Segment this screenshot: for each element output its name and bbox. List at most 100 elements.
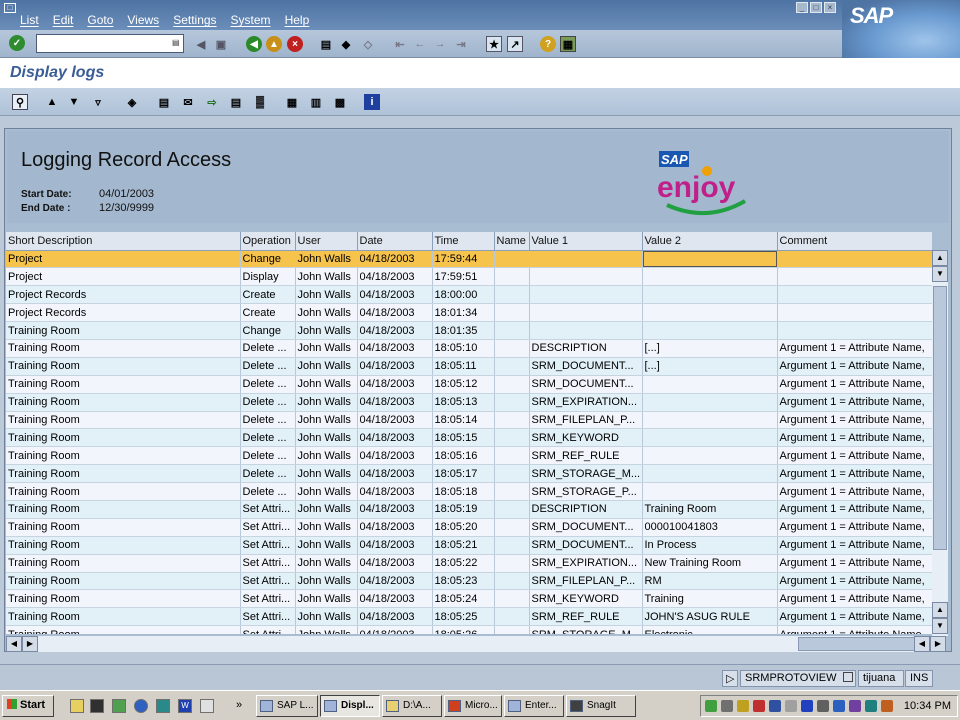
shortcut-icon[interactable]: ↗ (507, 36, 523, 52)
table-cell[interactable]: 18:01:34 (432, 303, 495, 323)
table-cell[interactable]: Argument 1 = Attribute Name, (777, 554, 932, 573)
table-cell[interactable]: 04/18/2003 (357, 267, 433, 287)
table-cell[interactable]: Set Attri... (240, 536, 296, 555)
quicklaunch-console-icon[interactable] (90, 699, 104, 713)
filter-icon[interactable]: ▿ (90, 94, 106, 110)
table-cell[interactable]: 04/18/2003 (357, 446, 433, 466)
close-window-icon[interactable]: × (824, 2, 836, 13)
previous-page-icon[interactable]: ← (412, 36, 428, 52)
table-cell[interactable]: Training Room (6, 321, 241, 340)
table-cell[interactable]: Electronic (642, 625, 778, 634)
table-cell[interactable]: SRM_EXPIRATION... (529, 554, 643, 573)
table-cell[interactable]: Delete ... (240, 339, 296, 358)
table-cell[interactable]: Create (240, 285, 296, 305)
table-cell[interactable]: John Walls (295, 500, 358, 519)
table-cell[interactable] (642, 393, 778, 412)
table-cell[interactable]: SRM_EXPIRATION... (529, 393, 643, 412)
table-cell[interactable]: Training Room (6, 339, 241, 358)
table-row[interactable]: Training RoomSet Attri...John Walls04/18… (6, 500, 932, 519)
table-cell[interactable] (642, 250, 778, 269)
table-cell[interactable]: 18:05:24 (432, 589, 495, 609)
table-cell[interactable]: John Walls (295, 464, 358, 484)
table-cell[interactable]: John Walls (295, 267, 358, 287)
table-cell[interactable] (494, 285, 530, 305)
table-row[interactable]: Training Room Delete ... John Walls 04/18/2… (6, 411, 932, 430)
table-row[interactable]: Project Display John Walls 04/18/2003 17:59:… (6, 267, 932, 287)
table-cell[interactable] (529, 250, 643, 269)
table-cell[interactable] (642, 375, 778, 394)
table-cell[interactable]: 18:05:23 (432, 572, 495, 591)
table-cell[interactable]: Training Room (6, 500, 241, 519)
table-cell[interactable] (642, 303, 778, 323)
table-cell[interactable]: Training Room (6, 446, 241, 466)
task-sap-logon[interactable]: SAP L... (256, 695, 318, 717)
table-cell[interactable] (494, 518, 530, 537)
table-cell[interactable]: 04/18/2003 (357, 572, 433, 591)
table-row[interactable]: Training RoomSet Attri...John Walls04/18… (6, 625, 932, 634)
table-cell[interactable]: Delete ... (240, 482, 296, 501)
task-explorer[interactable]: D:\A... (382, 695, 442, 717)
horizontal-scroll-thumb[interactable] (798, 637, 928, 651)
table-cell[interactable]: Training Room (6, 482, 241, 501)
table-cell[interactable]: DESCRIPTION (529, 500, 643, 519)
command-field[interactable]: ▤ (36, 34, 184, 53)
table-cell[interactable]: SRM_DOCUMENT... (529, 375, 643, 394)
table-cell[interactable]: John Walls (295, 536, 358, 555)
column-operation[interactable]: Operation (240, 232, 296, 251)
menu-system[interactable]: System (231, 13, 271, 27)
table-cell[interactable]: John Walls (295, 518, 358, 537)
table-cell[interactable]: SRM_FILEPLAN_P... (529, 572, 643, 591)
table-cell[interactable] (642, 411, 778, 430)
table-cell[interactable]: Argument 1 = Attribute Name, (777, 339, 932, 358)
table-cell[interactable]: 18:05:14 (432, 411, 495, 430)
table-cell[interactable]: SRM_STORAGE_M... (529, 625, 643, 634)
table-row[interactable]: Training RoomSet Attri...John Walls04/18… (6, 589, 932, 609)
quicklaunch-ie-icon[interactable] (134, 699, 148, 713)
cancel-icon[interactable]: × (287, 36, 303, 52)
horizontal-scrollbar[interactable]: ◀ ▶ ◀ ▶ (6, 636, 946, 652)
next-page-icon[interactable]: → (432, 36, 448, 52)
table-cell[interactable] (642, 482, 778, 501)
task-display-logs[interactable]: Displ... (320, 695, 380, 717)
table-cell[interactable]: New Training Room (642, 554, 778, 573)
table-cell[interactable]: [...] (642, 357, 778, 376)
table-cell[interactable]: 04/18/2003 (357, 554, 433, 573)
table-cell[interactable]: JOHN'S ASUG RULE (642, 607, 778, 627)
table-cell[interactable]: 18:05:25 (432, 607, 495, 627)
table-row[interactable]: Training Room Delete ... John Walls 04/18/2… (6, 357, 932, 376)
table-cell[interactable]: 04/18/2003 (357, 250, 433, 269)
table-cell[interactable]: SRM_STORAGE_M... (529, 464, 643, 484)
table-cell[interactable]: Set Attri... (240, 607, 296, 627)
last-page-icon[interactable]: ⇥ (453, 36, 469, 52)
table-cell[interactable]: 04/18/2003 (357, 464, 433, 484)
table-cell[interactable]: Project (6, 250, 241, 269)
table-cell[interactable] (642, 446, 778, 466)
table-cell[interactable]: Change (240, 321, 296, 340)
table-cell[interactable]: Argument 1 = Attribute Name, (777, 464, 932, 484)
table-cell[interactable]: John Walls (295, 625, 358, 634)
menu-goto[interactable]: Goto (87, 13, 113, 27)
table-row[interactable]: Training RoomSet Attri...John Walls04/18… (6, 536, 932, 555)
table-cell[interactable] (494, 572, 530, 591)
vertical-scroll-thumb[interactable] (933, 286, 947, 550)
table-cell[interactable]: Delete ... (240, 375, 296, 394)
table-cell[interactable] (494, 411, 530, 430)
table-cell[interactable]: Set Attri... (240, 572, 296, 591)
table-row[interactable]: Project Change John Walls 04/18/2003 17:59:4… (6, 250, 932, 269)
table-cell[interactable]: Training Room (6, 625, 241, 634)
table-cell[interactable]: 18:05:18 (432, 482, 495, 501)
table-cell[interactable]: Project Records (6, 303, 241, 323)
table-cell[interactable]: 18:05:15 (432, 428, 495, 448)
table-cell[interactable]: 17:59:51 (432, 267, 495, 287)
find-list-icon[interactable]: ◈ (124, 94, 140, 110)
change-layout-icon[interactable]: ▦ (284, 94, 300, 110)
table-cell[interactable]: 000010041803 (642, 518, 778, 537)
table-cell[interactable]: 04/18/2003 (357, 607, 433, 627)
table-cell[interactable]: John Walls (295, 357, 358, 376)
tray-volume-icon[interactable] (721, 700, 733, 712)
create-session-icon[interactable]: ★ (486, 36, 502, 52)
mail-icon[interactable]: ✉ (180, 94, 196, 110)
table-cell[interactable] (642, 321, 778, 340)
help-icon[interactable]: ? (540, 36, 556, 52)
command-dropdown-icon[interactable]: ▤ (172, 38, 180, 48)
